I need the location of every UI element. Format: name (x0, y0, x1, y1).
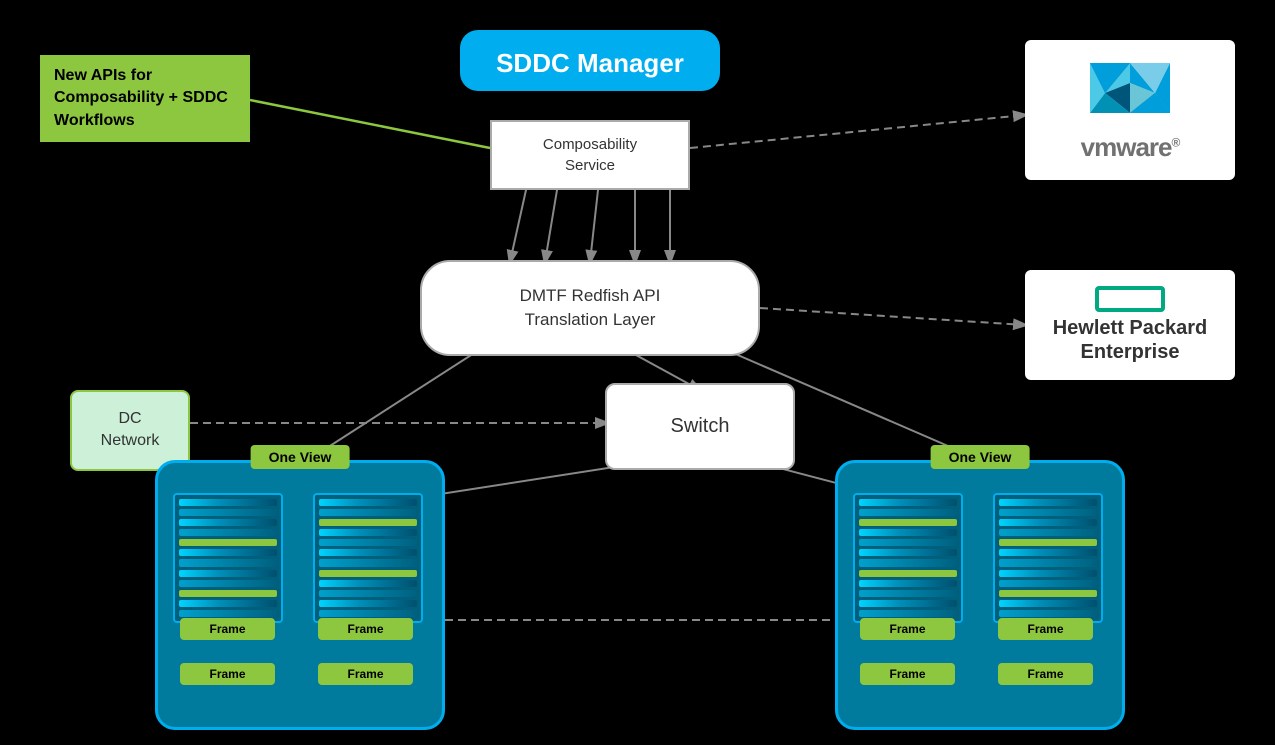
frame-right-br: Frame (998, 663, 1093, 685)
diagram: New APIs for Composability + SDDC Workfl… (0, 0, 1275, 745)
one-view-left-container: One View Fr (155, 460, 445, 730)
rack-right-tr (993, 493, 1103, 623)
one-view-left-text: One View (269, 449, 332, 465)
rack-left-tr (313, 493, 423, 623)
composability-service-label: ComposabilityService (543, 136, 637, 174)
sddc-manager-box: SDDC Manager (460, 30, 720, 91)
rack-left-tl (173, 493, 283, 623)
hpe-rect-icon (1095, 286, 1165, 312)
hpe-company-name: Hewlett PackardEnterprise (1053, 317, 1208, 363)
dc-network-label: DCNetwork (101, 410, 160, 449)
new-apis-text: New APIs for Composability + SDDC Workfl… (54, 67, 228, 129)
new-apis-label: New APIs for Composability + SDDC Workfl… (40, 55, 250, 142)
vmware-logo-area: vmware® (1025, 40, 1235, 180)
one-view-left-label: One View (251, 445, 350, 469)
one-view-right-text: One View (949, 449, 1012, 465)
switch-box: Switch (605, 383, 795, 470)
composability-service-box: ComposabilityService (490, 120, 690, 190)
frame-left-br: Frame (318, 663, 413, 685)
frame-left-bl: Frame (180, 663, 275, 685)
frame-right-bl: Frame (860, 663, 955, 685)
dc-network-box: DCNetwork (70, 390, 190, 471)
one-view-right-label: One View (931, 445, 1030, 469)
frame-right-tr: Frame (998, 618, 1093, 640)
dmtf-box: DMTF Redfish APITranslation Layer (420, 260, 760, 356)
vmware-cloud-icon (1075, 58, 1185, 128)
sddc-manager-label: SDDC Manager (496, 48, 684, 78)
dmtf-label: DMTF Redfish APITranslation Layer (520, 286, 661, 329)
hpe-logo-area: Hewlett PackardEnterprise (1025, 270, 1235, 380)
frame-left-tr: Frame (318, 618, 413, 640)
hpe-text-label: Hewlett PackardEnterprise (1053, 316, 1208, 364)
switch-label: Switch (671, 415, 730, 437)
frame-right-tl: Frame (860, 618, 955, 640)
one-view-right-container: One View Fr (835, 460, 1125, 730)
frame-left-tl: Frame (180, 618, 275, 640)
rack-right-tl (853, 493, 963, 623)
vmware-text-label: vmware® (1081, 132, 1180, 163)
